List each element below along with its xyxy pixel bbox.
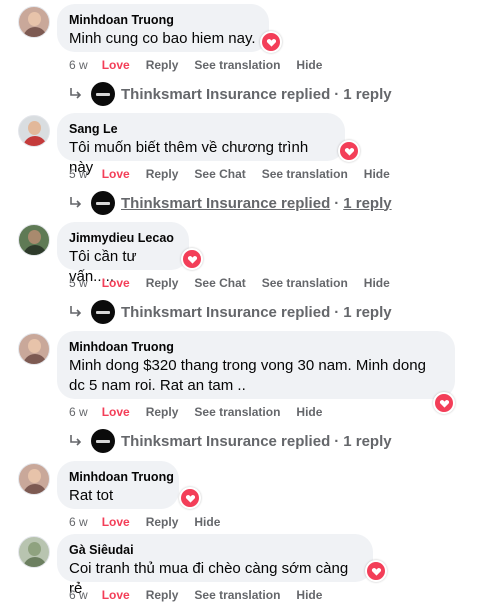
reply-button[interactable]: Reply <box>146 515 179 529</box>
love-icon[interactable] <box>179 487 201 509</box>
hide-button[interactable]: Hide <box>364 276 390 290</box>
see-translation-link[interactable]: See translation <box>262 276 348 290</box>
separator: · <box>334 303 340 321</box>
comment-time[interactable]: 6 w <box>69 515 88 529</box>
avatar[interactable] <box>18 463 50 495</box>
see-chat-link[interactable]: See Chat <box>194 167 245 181</box>
page-replied-label[interactable]: Thinksmart Insurance replied <box>121 304 330 321</box>
comment-author[interactable]: Gà Siêudai <box>69 542 361 558</box>
page-replied-label[interactable]: Thinksmart Insurance replied <box>121 195 330 212</box>
comment-author[interactable]: Minhdoan Truong <box>69 339 443 355</box>
avatar[interactable] <box>18 115 50 147</box>
hide-button[interactable]: Hide <box>296 405 322 419</box>
comment-author[interactable]: Minhdoan Truong <box>69 469 174 485</box>
page-avatar <box>91 300 115 324</box>
reply-arrow-icon <box>70 306 82 317</box>
reply-button[interactable]: Reply <box>146 167 179 181</box>
page-avatar <box>91 82 115 106</box>
hide-button[interactable]: Hide <box>296 58 322 72</box>
see-translation-link[interactable]: See translation <box>194 58 280 72</box>
love-icon[interactable] <box>338 140 360 162</box>
love-button[interactable]: Love <box>102 405 130 419</box>
comment-author[interactable]: Sang Le <box>69 121 333 137</box>
comment-bubble: Minhdoan Truong Minh dong $320 thang tro… <box>57 331 455 399</box>
love-icon[interactable] <box>260 31 282 53</box>
comment-text-line: Minh dong $320 thang trong vong 30 nam. … <box>69 357 426 374</box>
comment-bubble: Minhdoan Truong Rat tot <box>57 461 179 509</box>
love-button[interactable]: Love <box>102 515 130 529</box>
love-icon[interactable] <box>365 560 387 582</box>
view-replies[interactable]: Thinksmart Insurance replied · 1 reply <box>69 428 392 454</box>
comment-text-line: dc 5 nam roi. Rat an tam .. <box>69 377 246 394</box>
love-button[interactable]: Love <box>102 588 130 602</box>
see-translation-link[interactable]: See translation <box>194 588 280 602</box>
comment-time[interactable]: 6 w <box>69 588 88 602</box>
avatar[interactable] <box>18 536 50 568</box>
view-replies[interactable]: Thinksmart Insurance replied · 1 reply <box>69 81 392 107</box>
reply-arrow-icon <box>70 88 82 99</box>
comment-time[interactable]: 5 w <box>69 276 88 290</box>
view-replies[interactable]: Thinksmart Insurance replied · 1 reply <box>69 299 392 325</box>
comment-time[interactable]: 6 w <box>69 58 88 72</box>
page-avatar <box>91 191 115 215</box>
hide-button[interactable]: Hide <box>296 588 322 602</box>
page-replied-label[interactable]: Thinksmart Insurance replied <box>121 86 330 103</box>
reply-button[interactable]: Reply <box>146 405 179 419</box>
comment-actions: 5 w Love Reply See Chat See translation Hide <box>69 167 406 181</box>
love-button[interactable]: Love <box>102 276 130 290</box>
love-icon[interactable] <box>433 392 455 414</box>
separator: · <box>334 194 340 212</box>
see-translation-link[interactable]: See translation <box>262 167 348 181</box>
comment-actions: 6 w Love Reply See translation Hide <box>69 405 338 419</box>
avatar[interactable] <box>18 333 50 365</box>
reply-arrow-icon <box>70 435 82 446</box>
see-chat-link[interactable]: See Chat <box>194 276 245 290</box>
comment-text: Minh cung co bao hiem nay. <box>69 30 256 47</box>
comment-bubble: Sang Le Tôi muốn biết thêm về chương trì… <box>57 113 345 176</box>
reply-button[interactable]: Reply <box>146 588 179 602</box>
comment-actions: 5 w Love Reply See Chat See translation Hide <box>69 276 406 290</box>
avatar[interactable] <box>18 6 50 38</box>
page-replied-label[interactable]: Thinksmart Insurance replied <box>121 433 330 450</box>
avatar[interactable] <box>18 224 50 256</box>
separator: · <box>334 85 340 103</box>
comment-bubble: Jimmydieu Lecao Tôi cần tư vấn..... <box>57 222 189 285</box>
love-button[interactable]: Love <box>102 167 130 181</box>
hide-button[interactable]: Hide <box>364 167 390 181</box>
reply-count[interactable]: 1 reply <box>343 433 391 450</box>
comment-actions: 6 w Love Reply Hide <box>69 515 236 529</box>
see-translation-link[interactable]: See translation <box>194 405 280 419</box>
comment-text: Rat tot <box>69 487 114 504</box>
comment-time[interactable]: 6 w <box>69 405 88 419</box>
comment-actions: 6 w Love Reply See translation Hide <box>69 58 338 72</box>
reply-button[interactable]: Reply <box>146 276 179 290</box>
separator: · <box>334 432 340 450</box>
comment-author[interactable]: Jimmydieu Lecao <box>69 230 177 246</box>
reply-count[interactable]: 1 reply <box>343 304 391 321</box>
comment-actions: 6 w Love Reply See translation Hide <box>69 588 338 602</box>
comment-bubble: Minhdoan Truong Minh cung co bao hiem na… <box>57 4 269 52</box>
comment-author[interactable]: Minhdoan Truong <box>69 12 257 28</box>
page-avatar <box>91 429 115 453</box>
reply-button[interactable]: Reply <box>146 58 179 72</box>
comment-time[interactable]: 5 w <box>69 167 88 181</box>
reply-count[interactable]: 1 reply <box>343 86 391 103</box>
love-icon[interactable] <box>181 248 203 270</box>
hide-button[interactable]: Hide <box>194 515 220 529</box>
reply-count[interactable]: 1 reply <box>343 195 391 212</box>
comment-bubble: Gà Siêudai Coi tranh thủ mua đi chèo càn… <box>57 534 373 597</box>
reply-arrow-icon <box>70 197 82 208</box>
view-replies[interactable]: Thinksmart Insurance replied · 1 reply <box>69 190 392 216</box>
love-button[interactable]: Love <box>102 58 130 72</box>
